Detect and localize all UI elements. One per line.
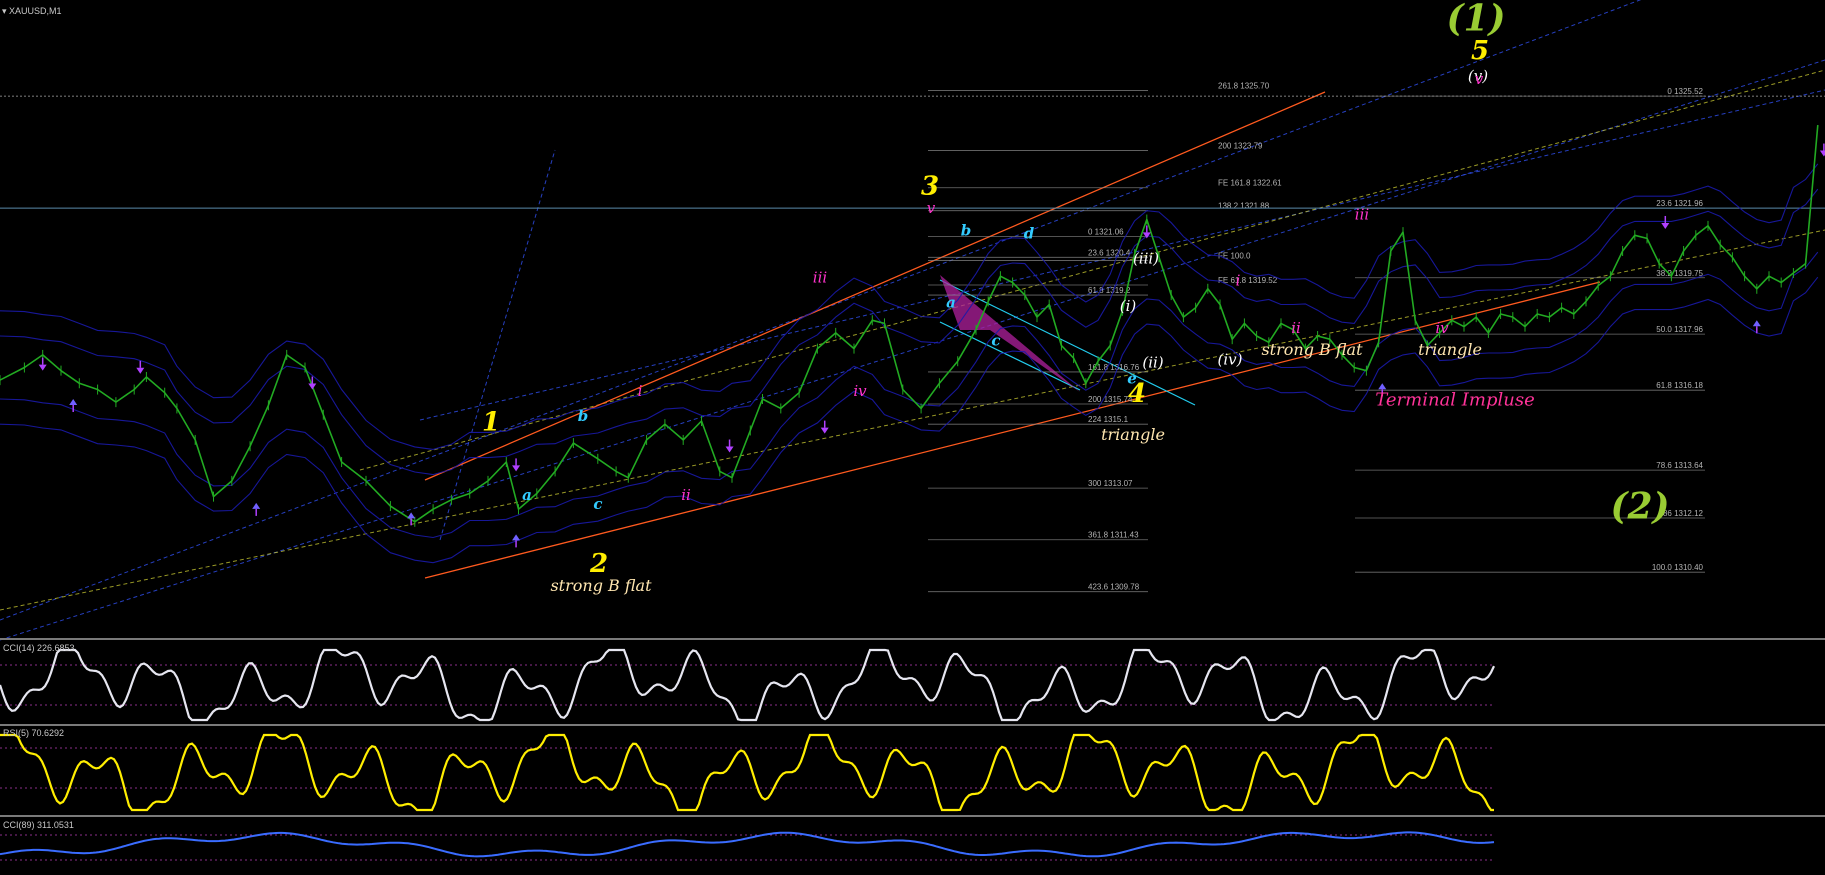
wave-label-32: strong B flat — [1261, 340, 1363, 359]
wave-label-11: iv — [853, 382, 867, 400]
price-chart[interactable]: 423.6 1309.78 361.8 1311.43 300 1313.07 224… — [0, 0, 1825, 875]
wave-label-24: (ii) — [1142, 354, 1163, 372]
wave-label-33: triangle — [1418, 340, 1482, 359]
cci89-title: CCI(89) 311.0531 — [3, 820, 74, 830]
fib-label-15: 0 1325.52 — [1667, 87, 1703, 96]
wave-label-23: (i) — [1120, 297, 1137, 315]
wave-label-29: iv — [1435, 319, 1449, 337]
wave-label-26: i — [1236, 272, 1241, 290]
fib-label-16: 23.6 1321.96 — [1656, 199, 1703, 208]
wave-label-27: ii — [1291, 319, 1301, 337]
fib-label-12: FE 161.8 1322.61 — [1218, 179, 1282, 188]
pane-separator-1[interactable] — [0, 638, 1825, 640]
fib-label-6: 61.8 1319.2 — [1088, 286, 1131, 295]
wave-label-13: ii — [681, 486, 691, 504]
wave-label-17: b — [961, 221, 972, 239]
fib-label-10: FE 100.0 — [1218, 251, 1251, 260]
wave-label-31: triangle — [1101, 425, 1165, 444]
wave-label-14: b — [578, 407, 589, 425]
fib-label-4: 200 1315.74 — [1088, 395, 1133, 404]
fib-label-9: FE 61.8 1319.52 — [1218, 276, 1278, 285]
wave-label-16: c — [593, 495, 602, 513]
wave-label-25: (iv) — [1218, 350, 1243, 368]
wave-label-34: Terminal Impluse — [1375, 389, 1534, 410]
wave-label-10: iii — [813, 268, 828, 286]
wave-label-12: i — [638, 382, 643, 400]
wave-label-7: 1 — [482, 407, 500, 437]
fib-label-20: 78.6 1313.64 — [1656, 461, 1703, 470]
wave-label-4: v — [1475, 70, 1484, 88]
wave-label-0: (1) — [1446, 0, 1505, 40]
fib-label-19: 61.8 1316.18 — [1656, 381, 1703, 390]
fib-label-8: 23.6 1320.4 — [1088, 248, 1131, 257]
pane-separator-3[interactable] — [0, 815, 1825, 817]
fib-label-17: 38.2 1319.75 — [1656, 269, 1703, 278]
fib-label-3: 224 1315.1 — [1088, 415, 1129, 424]
fib-label-14: 261.8 1325.70 — [1218, 81, 1270, 90]
fib-label-7: 0 1321.06 — [1088, 228, 1124, 237]
pane-separator-2[interactable] — [0, 724, 1825, 726]
wave-label-6: v — [927, 199, 936, 217]
wave-label-1: (2) — [1610, 486, 1669, 528]
wave-label-21: e — [1127, 369, 1137, 387]
fib-label-1: 361.8 1311.43 — [1088, 531, 1139, 540]
collapse-arrow-icon[interactable]: ▾ — [2, 6, 7, 16]
cci14-title: CCI(14) 226.6853 — [3, 643, 75, 653]
fib-label-0: 423.6 1309.78 — [1088, 583, 1140, 592]
wave-label-2: 5 — [1471, 36, 1489, 66]
fib-label-11: 138.2 1321.88 — [1218, 202, 1270, 211]
wave-label-20: c — [991, 331, 1000, 349]
fib-label-13: 200 1323.79 — [1218, 142, 1263, 151]
wave-label-15: a — [522, 486, 532, 504]
wave-label-28: iii — [1355, 206, 1370, 224]
fib-label-2: 300 1313.07 — [1088, 479, 1133, 488]
wave-label-19: a — [946, 294, 956, 312]
rsi5-title: RSI(5) 70.6292 — [3, 728, 65, 738]
wave-label-30: strong B flat — [550, 576, 652, 595]
wave-label-8: 2 — [589, 549, 608, 579]
wave-label-5: 3 — [921, 171, 939, 201]
fib-label-18: 50.0 1317.96 — [1656, 325, 1703, 334]
symbol-title: ▾ XAUUSD,M1 — [2, 6, 62, 16]
wave-label-22: (iii) — [1133, 250, 1159, 268]
wave-label-18: d — [1024, 224, 1035, 242]
fib-label-22: 100.0 1310.40 — [1652, 563, 1704, 572]
